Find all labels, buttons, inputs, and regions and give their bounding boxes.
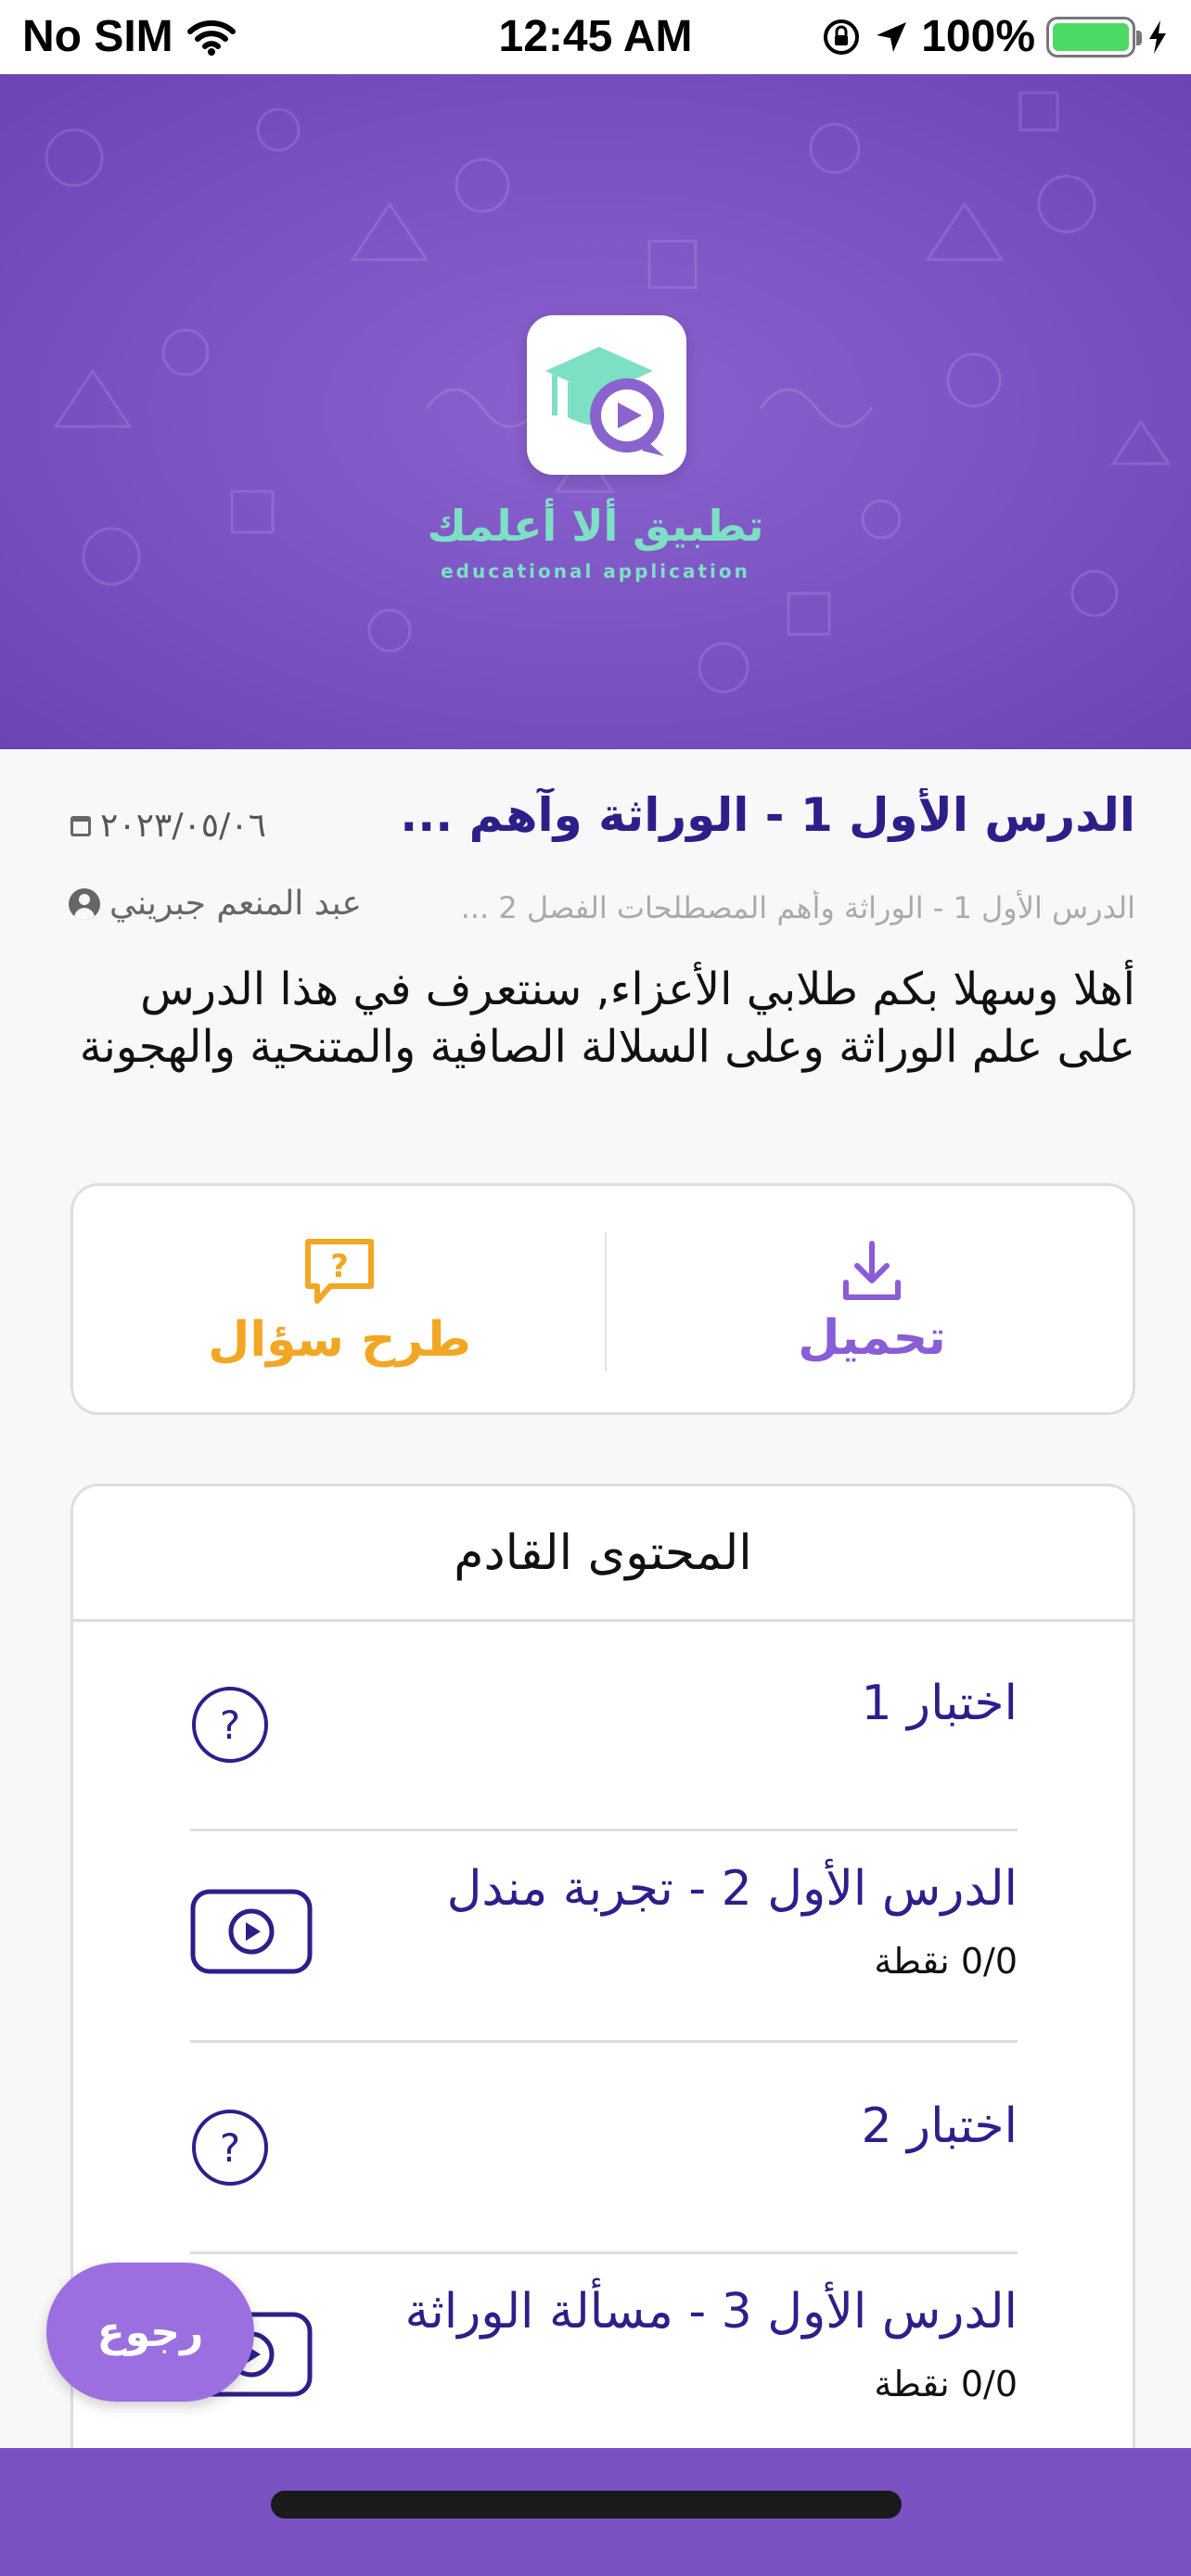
user-icon (69, 887, 100, 920)
item-points: 0/0 نقطة (874, 1941, 1018, 1982)
battery-icon (1046, 16, 1142, 57)
lesson-description: أهلا وسهلا بكم طلابي الأعزاء, سنتعرف في … (79, 963, 1135, 1073)
header-banner: تطبيق ألا أعلمك educational application (0, 74, 1191, 749)
status-bar: No SIM 12:45 AM 100% (0, 0, 1191, 74)
download-icon (843, 1241, 901, 1300)
lesson-title: الدرس الأول 1 - الوراثة وآهم ... (400, 788, 1135, 842)
app-tagline: educational application (441, 560, 750, 582)
lesson-author: عبد المنعم جبريني (69, 885, 362, 923)
question-bubble-icon: ? (305, 1239, 374, 1304)
video-play-icon (190, 1889, 313, 1974)
item-title: اختبار 2 (861, 2098, 1018, 2154)
lesson-subtitle: الدرس الأول 1 - الوراثة وأهم المصطلحات ا… (460, 890, 1135, 925)
ask-question-button[interactable]: ? طرح سؤال (73, 1186, 606, 1418)
battery-percent: 100% (921, 12, 1035, 61)
item-title: الدرس الأول 3 - مسألة الوراثة (404, 2284, 1018, 2340)
question-circle-icon: ? (192, 2110, 268, 2186)
svg-text:?: ? (220, 2125, 240, 2171)
svg-text:?: ? (330, 1248, 349, 1285)
actions-card: ? طرح سؤال تحميل (70, 1183, 1135, 1415)
lesson-date: ٢٠٢٣/٠٥/٠٦ (70, 807, 266, 845)
item-title: اختبار 1 (861, 1676, 1018, 1731)
item-title: الدرس الأول 2 - تجربة مندل (446, 1861, 1018, 1917)
download-button[interactable]: تحميل (606, 1186, 1138, 1418)
list-item-quiz-2[interactable]: اختبار 2 ? (190, 2045, 1018, 2254)
status-right-group: 100% (821, 11, 1169, 62)
upcoming-heading: المحتوى القادم (73, 1486, 1133, 1622)
app-logo (527, 315, 686, 475)
calendar-icon (70, 815, 91, 836)
list-item-quiz-1[interactable]: اختبار 1 ? (190, 1622, 1018, 1831)
download-label: تحميل (798, 1310, 946, 1366)
question-circle-icon: ? (192, 1687, 268, 1763)
app-name: تطبيق ألا أعلمك (427, 501, 764, 551)
author-name: عبد المنعم جبريني (109, 885, 362, 923)
ask-question-label: طرح سؤال (208, 1312, 471, 1368)
logo-graduation-play-icon (545, 347, 664, 456)
orientation-lock-icon (824, 19, 860, 55)
location-arrow-icon (877, 21, 907, 52)
back-button[interactable]: رجوع (46, 2263, 254, 2402)
list-item-video-3[interactable]: الدرس الأول 3 - مسألة الوراثة 0/0 نقطة (190, 2256, 1018, 2466)
charging-bolt-icon (1149, 19, 1166, 54)
svg-text:?: ? (220, 1702, 240, 1748)
lesson-date-text: ٢٠٢٣/٠٥/٠٦ (100, 807, 266, 845)
item-points: 0/0 نقطة (874, 2364, 1018, 2404)
list-item-video-2[interactable]: الدرس الأول 2 - تجربة مندل 0/0 نقطة (190, 1833, 1018, 2043)
home-indicator[interactable] (271, 2491, 902, 2519)
